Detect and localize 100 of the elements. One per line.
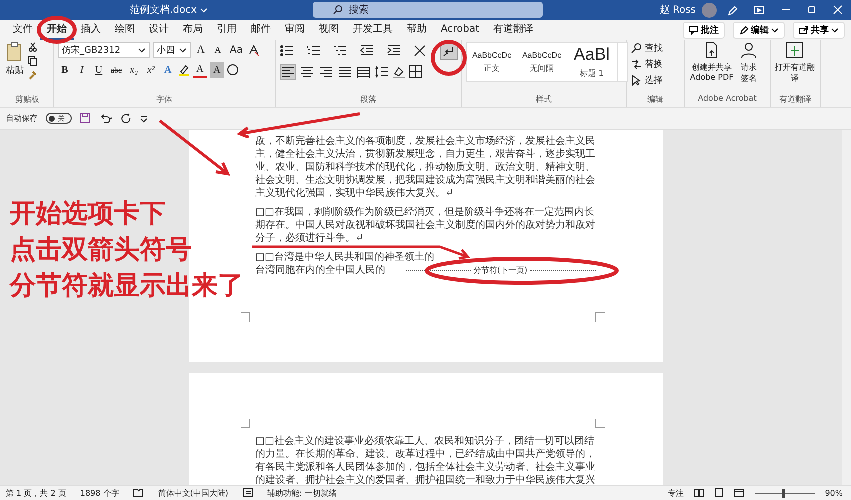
margin-corner-icon [594,419,604,429]
text-line: 台湾同胞在内的全中国人民的 [256,264,386,277]
shrink-font-button[interactable]: A [211,42,225,58]
group-label: 有道翻译 [778,94,812,106]
customize-icon[interactable] [140,114,148,122]
grow-font-button[interactable]: A [194,42,208,58]
edit-button[interactable]: 编辑 [733,22,785,38]
sign-button[interactable]: 请求签名 [739,42,759,84]
ribbon-tab[interactable]: 设计 [142,20,176,40]
close-icon[interactable] [833,5,843,15]
search-icon [333,5,344,15]
margin-corner-icon [594,312,604,322]
clear-format-icon[interactable] [248,44,260,56]
comment-button[interactable]: 批注 [683,22,725,38]
chevron-down-icon [771,26,779,34]
user-name: 赵 Ross [660,4,696,17]
ribbon-tab[interactable]: 文件 [6,20,40,40]
text-effects-button[interactable]: A [161,62,176,78]
ribbon-tab[interactable]: 视图 [312,20,346,40]
ribbon-tab[interactable]: 插入 [74,20,108,40]
highlight-circle [431,40,467,76]
ribbon-tab[interactable]: 邮件 [244,20,278,40]
font-color-button[interactable]: A [193,62,208,78]
save-icon[interactable] [80,113,91,124]
strikethrough-button[interactable]: abc [109,62,124,78]
ribbon-tab[interactable]: 帮助 [400,20,434,40]
borders-icon[interactable] [409,65,423,79]
style-option[interactable]: AaBl 标题 1 [567,43,617,81]
ribbon-tab[interactable]: 有道翻译 [486,20,541,40]
paste-button[interactable]: 粘贴 [6,42,24,77]
italic-button[interactable]: I [75,62,89,78]
pdf-button[interactable]: 创建并共享 Adobe PDF [689,42,735,82]
bullet-list-icon[interactable] [280,44,294,58]
align-distributed-button[interactable] [356,64,372,80]
zoom-level[interactable]: 90% [825,488,843,498]
highlighter-icon[interactable] [178,64,190,76]
cut-icon[interactable] [28,42,38,52]
multilevel-list-icon[interactable] [333,44,348,58]
translate-button[interactable]: 打开有道翻译 [775,42,815,84]
bold-button[interactable]: B [58,62,72,78]
numbered-list-icon[interactable] [306,44,321,58]
ribbon-tab[interactable]: 引用 [210,20,244,40]
annotation-text: 分节符就显示出来了 [10,270,244,303]
enclosed-character-icon[interactable] [227,64,240,76]
find-button[interactable]: 查找 [631,42,663,55]
ribbon-tab[interactable]: 绘图 [108,20,142,40]
find-icon [631,43,642,54]
select-button[interactable]: 选择 [631,74,663,87]
paragraph: 敌，不断完善社会主义的各项制度，发展社会主义市场经济，发展社会主义民主，健全社会主义法治，贯彻新发展理念，自力更生，艰苦奋斗，逐步实现工业、农业、国防和科学技术的现代化，推动物质文明、政治文明、精神文明、社会文明、生态文明协调发展，把我国建设成为富强民主文明和谐美丽的社会主义现代化强国，实现中华民族伟大复兴。↵ [256,135,596,200]
annotation-text: 开始选项卡下 [10,198,166,231]
ribbon-tab[interactable]: Acrobat [434,20,487,40]
proofing-book-icon[interactable] [133,488,144,498]
character-shading-button[interactable]: A [210,62,224,78]
group-label: 编辑 [646,94,664,106]
group-label: 段落 [360,94,378,106]
shading-icon[interactable] [392,65,406,79]
subscript-button[interactable]: x₂ [127,62,142,78]
change-case-button[interactable]: Aa [228,42,245,58]
web-layout-icon[interactable] [734,488,746,498]
read-mode-icon[interactable] [694,488,706,498]
align-left-button[interactable] [280,64,296,80]
align-distributed-icon [357,66,371,78]
zoom-slider-thumb[interactable] [782,488,786,498]
ribbon-tab[interactable]: 审阅 [278,20,312,40]
search-field[interactable]: 搜索 [313,2,544,18]
language-status[interactable]: 简体中文(中国大陆) [158,488,229,498]
brush-icon[interactable] [28,70,38,80]
style-preview: AaBl [574,45,610,65]
present-icon[interactable] [754,5,765,15]
word-count[interactable]: 1898 个字 [80,488,120,498]
restore-icon[interactable] [807,5,817,15]
font-name-field[interactable]: 仿宋_GB2312 [58,42,150,58]
style-option[interactable]: AaBbCcDc 无间隔 [517,43,567,81]
style-option[interactable]: AaBbCcDc 正文 [467,43,517,81]
page-count[interactable]: 第 1 页，共 2 页 [6,488,66,498]
ribbon-tab[interactable]: 开发工具 [346,20,400,40]
increase-indent-icon[interactable] [386,44,401,58]
focus-button[interactable]: 专注 [668,488,684,498]
superscript-button[interactable]: x² [144,62,158,78]
align-justify-icon [338,66,352,78]
accessibility-status[interactable]: 辅助功能: 一切就绪 [268,488,337,498]
chevron-down-icon [138,46,146,54]
undo-icon[interactable] [99,113,113,124]
copy-icon[interactable] [28,56,38,66]
replace-button[interactable]: 替换 [631,58,663,71]
annotation-text: 点击双箭头符号 [10,234,192,267]
share-button[interactable]: 共享 [793,22,845,38]
share-icon [799,25,809,35]
section-break: 分节符(下一页) [406,264,596,277]
line-spacing-icon[interactable] [375,65,389,79]
redo-icon[interactable] [121,113,132,124]
print-layout-icon[interactable] [715,488,724,498]
decrease-indent-icon[interactable] [360,44,374,58]
chevron-down-icon[interactable] [200,6,208,14]
group-label: 字体 [156,94,174,106]
pen-icon[interactable] [727,4,738,16]
select-icon [631,75,642,86]
ribbon-tab[interactable]: 布局 [176,20,210,40]
underline-button[interactable]: U [92,62,106,78]
font-size-field[interactable]: 小四 [153,42,191,58]
